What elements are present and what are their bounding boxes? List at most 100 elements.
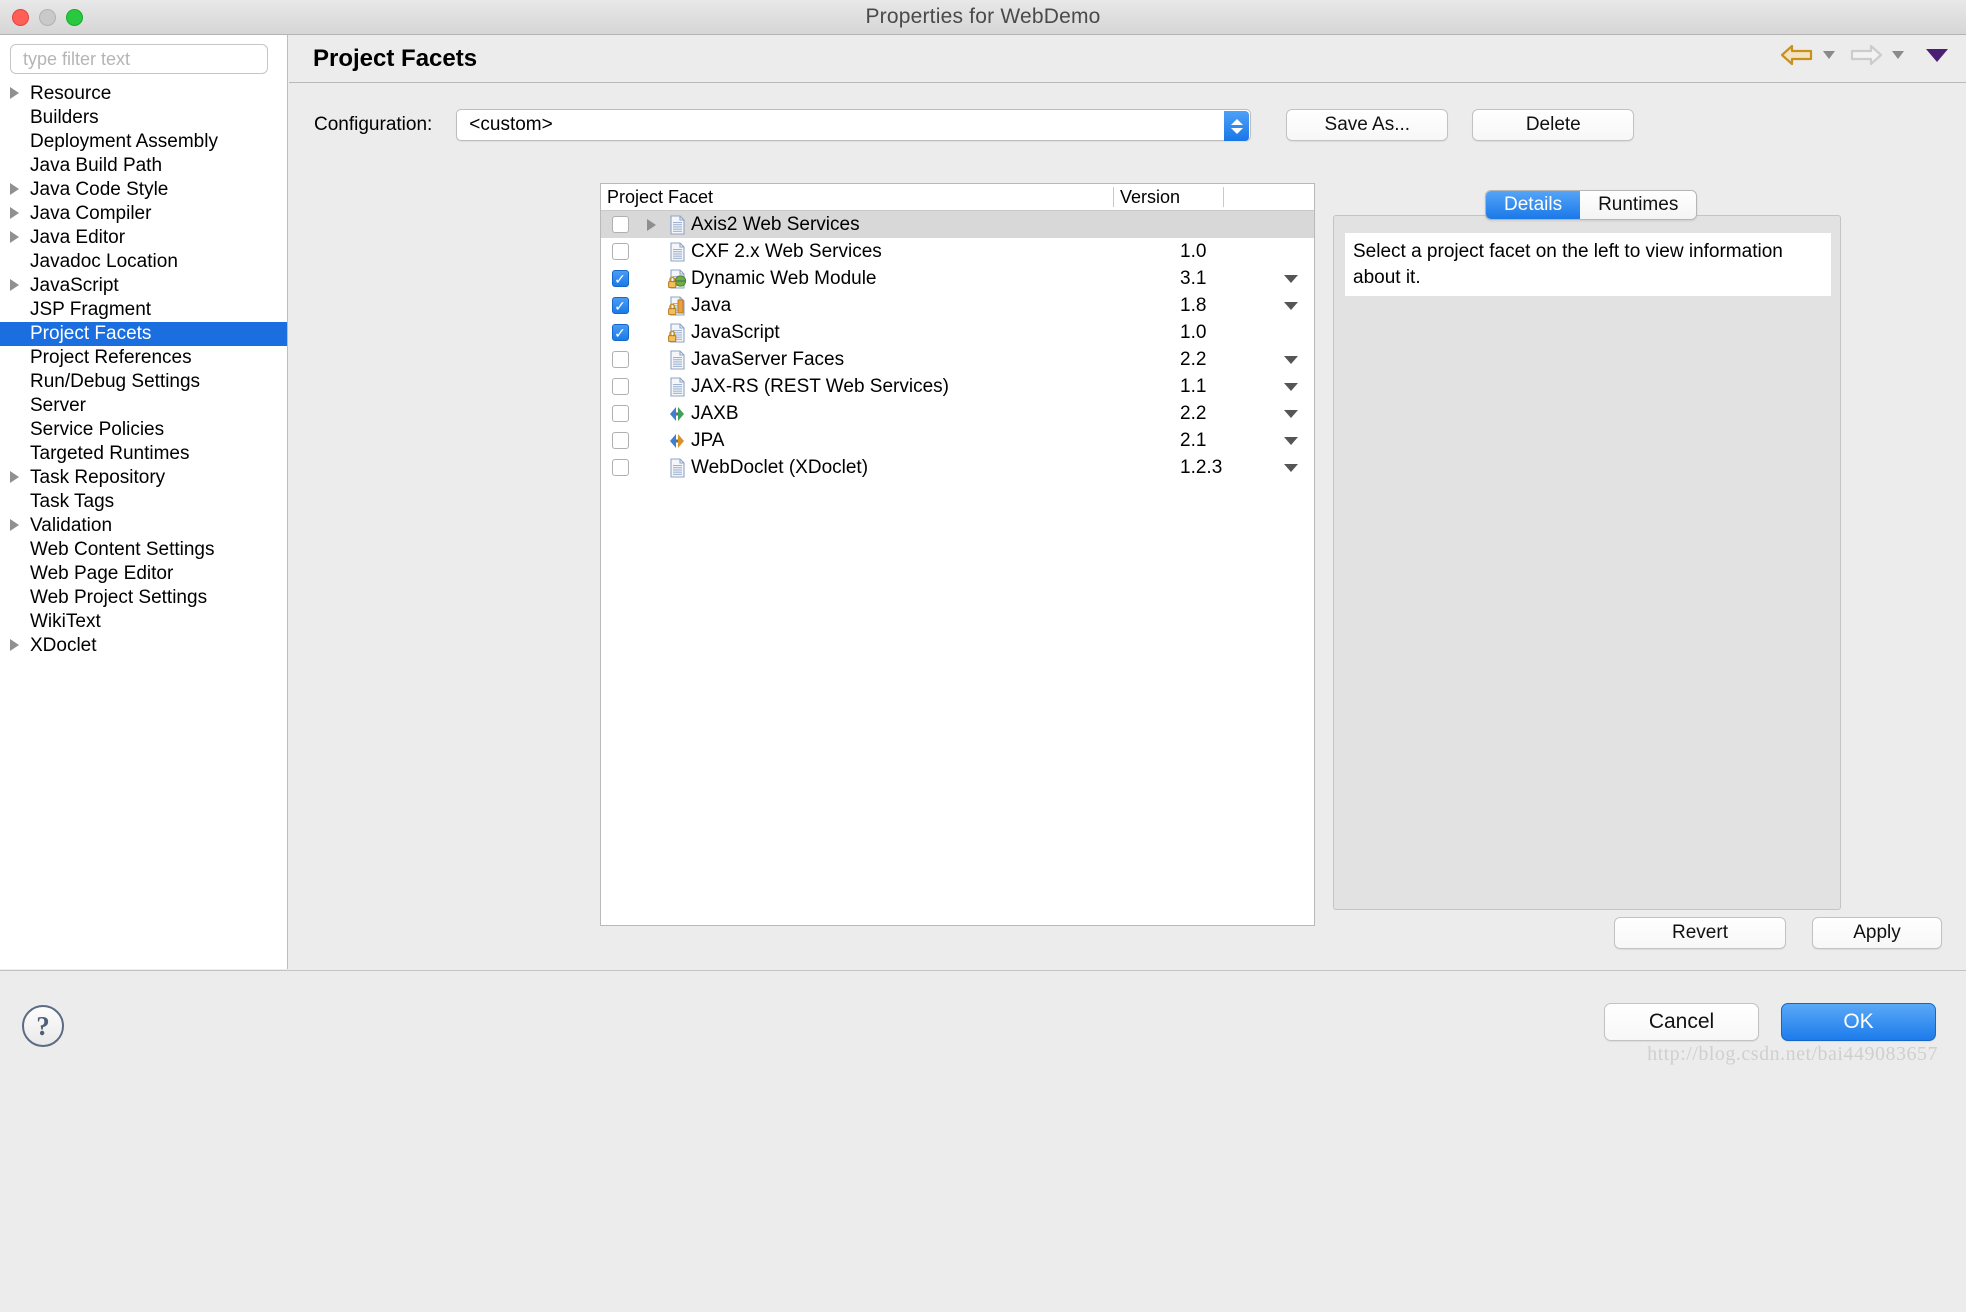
sidebar-item-web-project-settings[interactable]: Web Project Settings	[0, 586, 287, 610]
apply-button[interactable]: Apply	[1812, 917, 1942, 949]
sidebar-item-validation[interactable]: Validation	[0, 514, 287, 538]
expand-arrow-icon[interactable]	[10, 467, 28, 489]
back-dropdown-icon[interactable]	[1823, 51, 1835, 59]
table-row[interactable]: CXF 2.x Web Services 1.0	[601, 238, 1314, 265]
sidebar-item-task-repository[interactable]: Task Repository	[0, 466, 287, 490]
sidebar-item-label: Javadoc Location	[30, 251, 178, 272]
sidebar-item-javadoc-location[interactable]: Javadoc Location	[0, 250, 287, 274]
facet-checkbox[interactable]	[611, 459, 629, 476]
sidebar-item-label: JSP Fragment	[30, 299, 152, 320]
facet-checkbox-cell	[601, 243, 639, 260]
expand-arrow-icon[interactable]	[10, 635, 28, 657]
facet-version: 1.0	[1180, 321, 1207, 343]
table-row[interactable]: JavaServer Faces 2.2	[601, 346, 1314, 373]
column-header-facet[interactable]: Project Facet	[601, 187, 1113, 207]
table-row[interactable]: JavaScript 1.0	[601, 319, 1314, 346]
sidebar-item-deployment-assembly[interactable]: Deployment Assembly	[0, 130, 287, 154]
table-row[interactable]: Dynamic Web Module 3.1	[601, 265, 1314, 292]
save-as-button[interactable]: Save As...	[1286, 109, 1449, 141]
sidebar-item-java-editor[interactable]: Java Editor	[0, 226, 287, 250]
version-dropdown-icon[interactable]	[1268, 436, 1314, 445]
facet-name: JAX-RS (REST Web Services)	[691, 375, 949, 397]
properties-dialog: Properties for WebDemo Resource Builders D…	[0, 0, 1966, 1312]
facet-checkbox[interactable]	[611, 216, 629, 233]
table-row[interactable]: Axis2 Web Services	[601, 211, 1314, 238]
sidebar-item-builders[interactable]: Builders	[0, 106, 287, 130]
sidebar-item-targeted-runtimes[interactable]: Targeted Runtimes	[0, 442, 287, 466]
sidebar-item-java-code-style[interactable]: Java Code Style	[0, 178, 287, 202]
sidebar-item-service-policies[interactable]: Service Policies	[0, 418, 287, 442]
sidebar-item-task-tags[interactable]: Task Tags	[0, 490, 287, 514]
sidebar-item-resource[interactable]: Resource	[0, 82, 287, 106]
sidebar-item-xdoclet[interactable]: XDoclet	[0, 634, 287, 658]
version-dropdown-icon[interactable]	[1268, 382, 1314, 391]
table-row[interactable]: Java 1.8	[601, 292, 1314, 319]
dialog-buttons: Cancel OK	[1604, 1003, 1936, 1041]
facet-checkbox[interactable]	[611, 405, 629, 422]
facet-checkbox[interactable]	[611, 351, 629, 368]
expand-arrow-icon[interactable]	[10, 83, 28, 105]
forward-dropdown-icon[interactable]	[1892, 51, 1904, 59]
facet-checkbox-cell	[601, 297, 639, 314]
delete-button[interactable]: Delete	[1472, 109, 1635, 141]
window-titlebar: Properties for WebDemo	[0, 0, 1966, 35]
page-title: Project Facets	[313, 44, 478, 72]
filter-input[interactable]	[10, 44, 268, 74]
version-dropdown-icon[interactable]	[1268, 301, 1314, 310]
version-dropdown-icon[interactable]	[1268, 463, 1314, 472]
expand-arrow-icon[interactable]	[10, 227, 28, 249]
sidebar-item-server[interactable]: Server	[0, 394, 287, 418]
expand-arrow-icon[interactable]	[639, 218, 663, 231]
sidebar-item-jsp-fragment[interactable]: JSP Fragment	[0, 298, 287, 322]
sidebar-item-label: Web Project Settings	[30, 587, 208, 608]
configuration-select[interactable]: <custom>	[456, 109, 1252, 141]
back-arrow-icon[interactable]	[1780, 43, 1814, 67]
table-row[interactable]: JAXB 2.2	[601, 400, 1314, 427]
configuration-stepper-icon[interactable]	[1224, 111, 1250, 141]
sidebar-item-javascript[interactable]: JavaScript	[0, 274, 287, 298]
table-row[interactable]: JPA 2.1	[601, 427, 1314, 454]
facet-checkbox[interactable]	[611, 270, 629, 287]
version-dropdown-icon[interactable]	[1268, 274, 1314, 283]
facet-checkbox[interactable]	[611, 297, 629, 314]
column-header-version[interactable]: Version	[1113, 187, 1223, 207]
column-header-blank[interactable]	[1223, 187, 1314, 207]
sidebar-item-label: WikiText	[30, 611, 101, 632]
sidebar-item-label: Deployment Assembly	[30, 131, 218, 152]
facet-checkbox[interactable]	[611, 378, 629, 395]
sidebar-item-web-page-editor[interactable]: Web Page Editor	[0, 562, 287, 586]
version-dropdown-icon[interactable]	[1268, 355, 1314, 364]
settings-sidebar: Resource Builders Deployment Assembly Java …	[0, 35, 288, 969]
sidebar-item-project-references[interactable]: Project References	[0, 346, 287, 370]
table-row[interactable]: JAX-RS (REST Web Services) 1.1	[601, 373, 1314, 400]
version-dropdown-icon[interactable]	[1268, 409, 1314, 418]
sidebar-item-wikitext[interactable]: WikiText	[0, 610, 287, 634]
java-lock-icon	[663, 295, 691, 317]
facet-checkbox[interactable]	[611, 324, 629, 341]
watermark-text: http://blog.csdn.net/bai449083657	[1647, 1043, 1938, 1065]
sidebar-item-project-facets[interactable]: Project Facets	[0, 322, 287, 346]
sidebar-item-web-content-settings[interactable]: Web Content Settings	[0, 538, 287, 562]
facet-name: Axis2 Web Services	[691, 213, 860, 235]
help-icon[interactable]: ?	[22, 1005, 64, 1047]
tab-runtimes[interactable]: Runtimes	[1580, 191, 1697, 219]
tab-details[interactable]: Details	[1486, 191, 1581, 219]
expand-arrow-icon[interactable]	[10, 203, 28, 225]
cancel-button[interactable]: Cancel	[1604, 1003, 1759, 1041]
ok-button[interactable]: OK	[1781, 1003, 1936, 1041]
facet-checkbox-cell	[601, 351, 639, 368]
table-row[interactable]: WebDoclet (XDoclet) 1.2.3	[601, 454, 1314, 481]
sidebar-item-java-compiler[interactable]: Java Compiler	[0, 202, 287, 226]
expand-arrow-icon[interactable]	[10, 515, 28, 537]
configuration-label: Configuration:	[314, 114, 433, 135]
sidebar-item-java-build-path[interactable]: Java Build Path	[0, 154, 287, 178]
facet-checkbox[interactable]	[611, 432, 629, 449]
expand-arrow-icon[interactable]	[10, 275, 28, 297]
sidebar-item-label: Service Policies	[30, 419, 165, 440]
sidebar-item-label: Java Code Style	[30, 179, 169, 200]
facet-checkbox[interactable]	[611, 243, 629, 260]
dropdown-triangle-icon[interactable]	[1926, 48, 1948, 62]
sidebar-item-run-debug-settings[interactable]: Run/Debug Settings	[0, 370, 287, 394]
expand-arrow-icon[interactable]	[10, 179, 28, 201]
revert-button[interactable]: Revert	[1614, 917, 1786, 949]
